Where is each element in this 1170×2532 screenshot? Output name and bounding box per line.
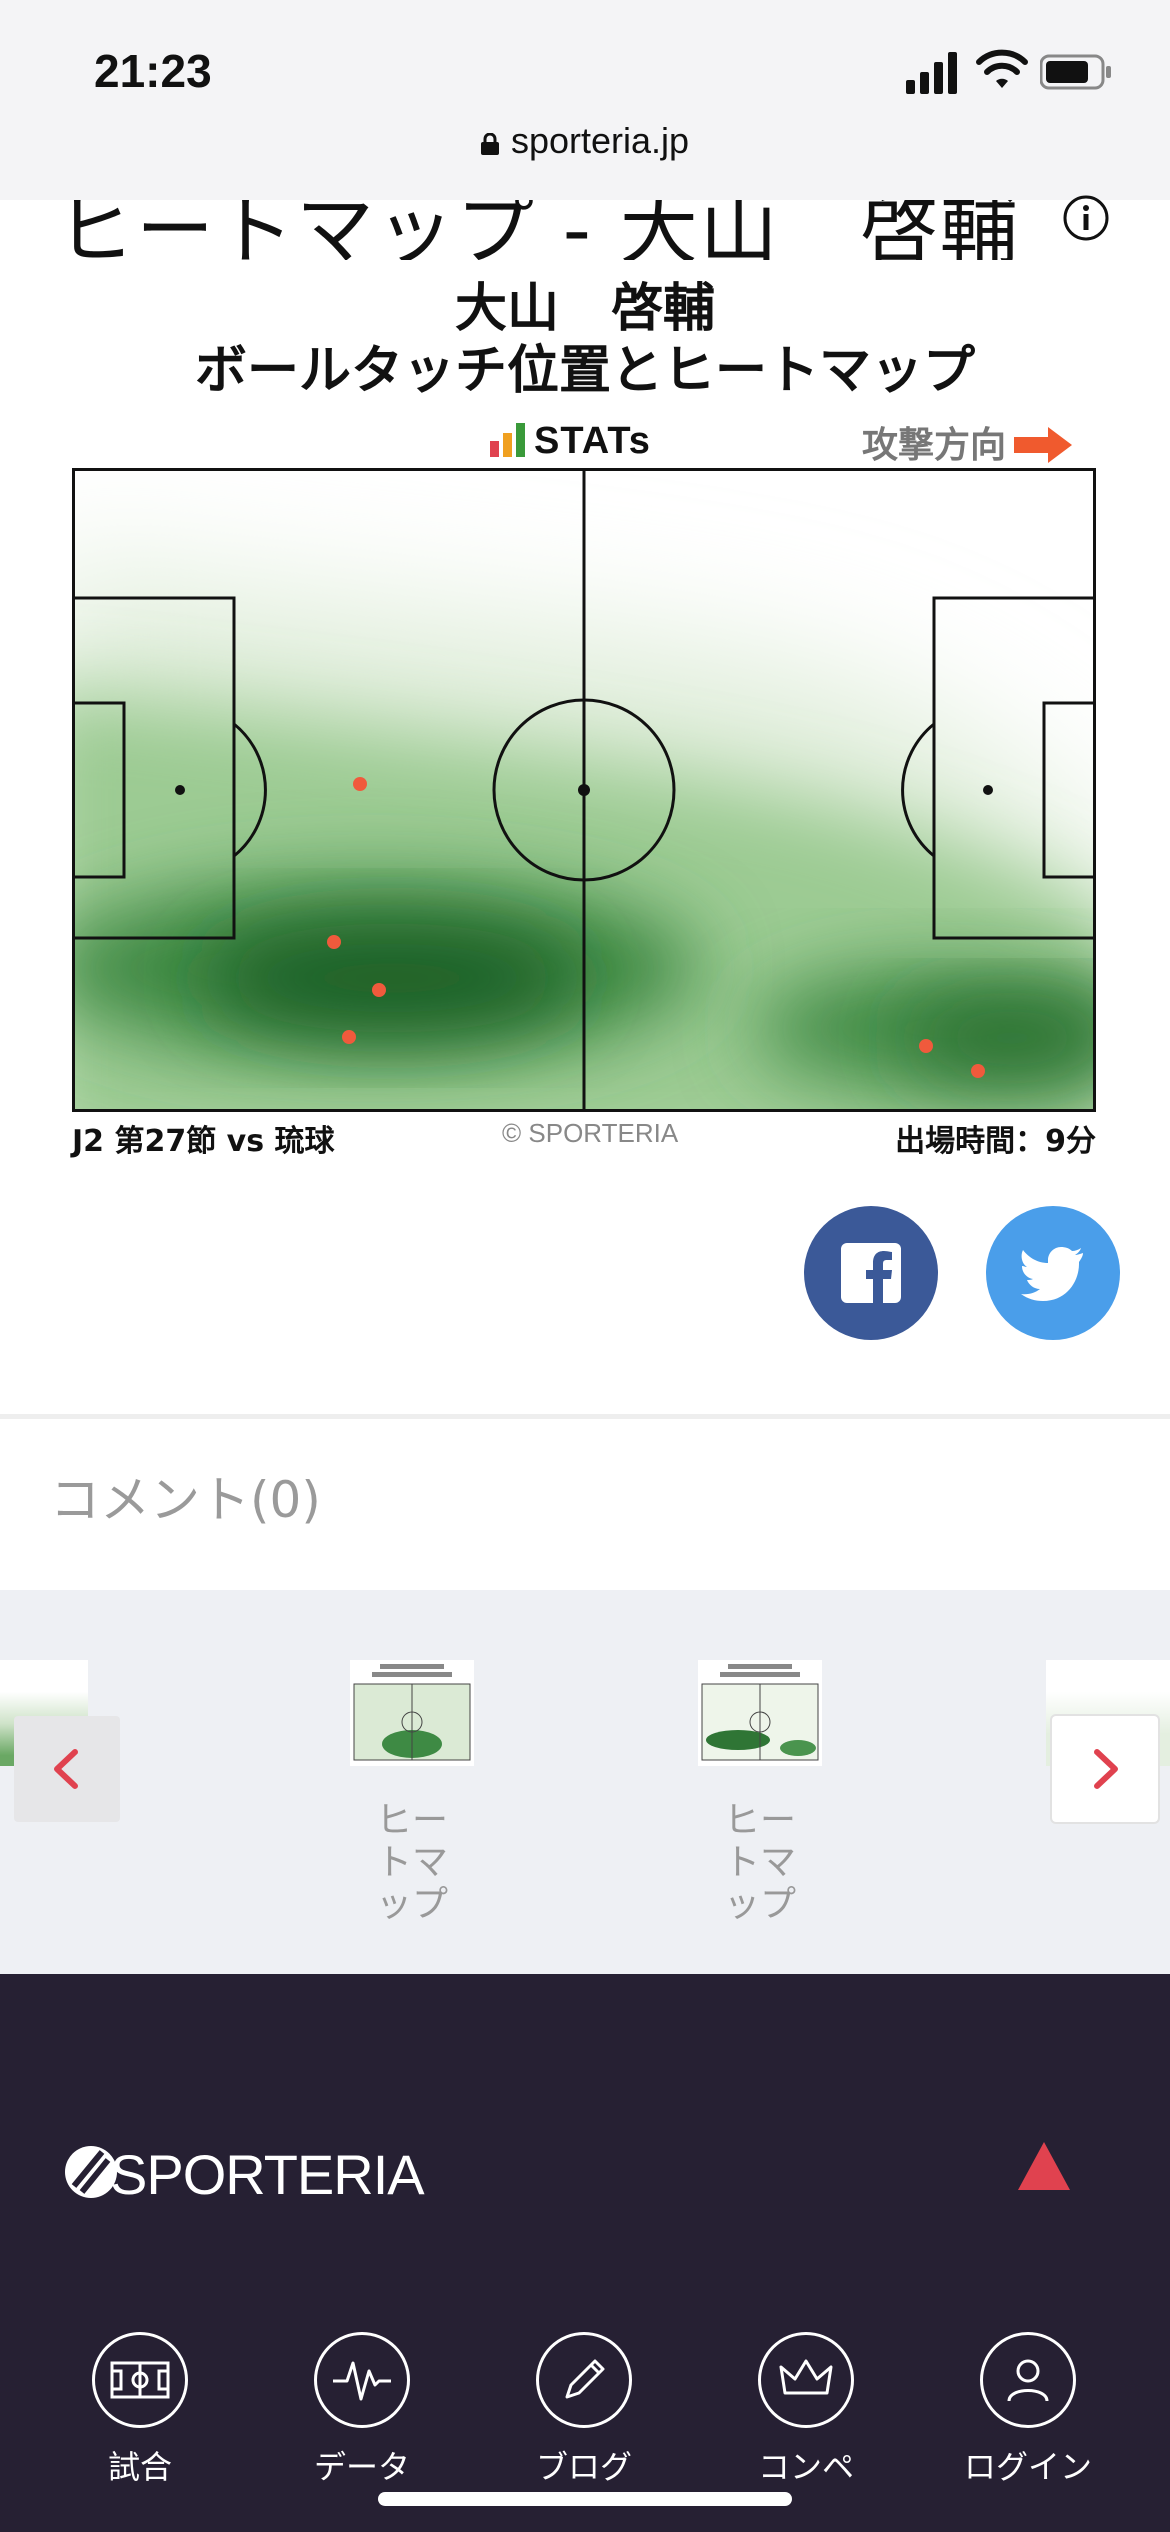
tab-label: 試合 xyxy=(107,2448,172,2486)
copyright: © SPORTERIA xyxy=(502,1118,679,1148)
stats-logo-text: STATs xyxy=(534,420,651,462)
tab-data[interactable]: データ xyxy=(282,2332,442,2488)
tab-compe[interactable]: コンペ xyxy=(726,2332,886,2488)
chevron-left-icon xyxy=(54,1749,78,1789)
home-indicator[interactable] xyxy=(378,2492,792,2506)
status-bar: 21:23 sporteria.jp xyxy=(0,0,1170,200)
facebook-share-button[interactable] xyxy=(804,1206,938,1340)
pulse-icon xyxy=(314,2332,410,2428)
touch-point xyxy=(327,935,341,949)
tab-label: ログイン xyxy=(963,2448,1092,2486)
page-title: ヒートマップ - 大山 啓輔 xyxy=(56,200,1020,260)
slide-label: ヒー トマ ップ xyxy=(723,1800,796,1925)
slide-thumbnail xyxy=(350,1660,474,1766)
carousel-slide[interactable]: ヒー トマ ップ xyxy=(350,1660,474,1926)
touch-point xyxy=(919,1039,933,1053)
tab-login[interactable]: ログイン xyxy=(948,2332,1108,2488)
tab-matches[interactable]: 試合 xyxy=(60,2332,220,2488)
playing-time: 出場時間：9分 xyxy=(895,1124,1096,1159)
address-bar[interactable]: sporteria.jp xyxy=(0,120,1170,162)
stats-logo: STATs xyxy=(490,420,651,463)
heatmap-subtitle: ボールタッチ位置とヒートマップ xyxy=(194,341,975,401)
heatmap-footer: J2 第27節 vs 琉球 © SPORTERIA 出場時間：9分 xyxy=(72,1112,1096,1160)
heatmap-title: 大山 啓輔 ボールタッチ位置とヒートマップ xyxy=(0,278,1170,402)
player-name: 大山 啓輔 xyxy=(454,279,715,339)
related-carousel: ヒー トマ ップ ヒー トマ ップ xyxy=(0,1590,1170,1974)
page-header: ヒートマップ - 大山 啓輔 xyxy=(0,200,1170,260)
slide-label: ヒー トマ ップ xyxy=(375,1800,448,1925)
touch-point xyxy=(372,983,386,997)
twitter-share-button[interactable] xyxy=(986,1206,1120,1340)
heatmap-pitch xyxy=(72,468,1096,1112)
section-divider xyxy=(0,1414,1170,1419)
tab-label: ブログ xyxy=(535,2448,632,2486)
tab-label: コンペ xyxy=(757,2448,854,2486)
stats-bars-icon xyxy=(490,423,525,457)
user-icon xyxy=(980,2332,1076,2428)
url-text: sporteria.jp xyxy=(510,120,690,161)
status-time: 21:23 xyxy=(94,45,212,97)
arrow-right-icon xyxy=(1014,427,1073,463)
chevron-right-icon xyxy=(1094,1749,1118,1789)
signal-icon xyxy=(906,52,957,94)
attack-direction-label: 攻撃方向 xyxy=(862,425,1007,466)
pitch-icon xyxy=(92,2332,188,2428)
lock-icon xyxy=(480,133,499,155)
tab-label: データ xyxy=(313,2448,410,2486)
facebook-icon xyxy=(841,1243,901,1303)
touch-point xyxy=(353,777,367,791)
carousel-slide[interactable]: ヒー トマ ップ xyxy=(698,1660,822,1926)
scroll-to-top-icon[interactable] xyxy=(1018,2142,1070,2190)
slide-thumbnail xyxy=(698,1660,822,1766)
twitter-icon xyxy=(1021,1247,1083,1301)
carousel-next-button[interactable] xyxy=(1052,1716,1158,1822)
battery-icon xyxy=(1040,54,1111,90)
pencil-icon xyxy=(536,2332,632,2428)
match-label: J2 第27節 vs 琉球 xyxy=(72,1124,335,1159)
wifi-icon xyxy=(976,49,1028,88)
tab-blog[interactable]: ブログ xyxy=(504,2332,664,2488)
site-footer: SPORTERIA 試合 データ ブログ コンペ ログイン xyxy=(0,1974,1170,2532)
carousel-prev-button[interactable] xyxy=(14,1716,120,1822)
touch-point xyxy=(342,1030,356,1044)
touch-point xyxy=(971,1064,985,1078)
attack-direction: 攻撃方向 xyxy=(862,416,1074,468)
crown-icon xyxy=(758,2332,854,2428)
info-icon[interactable] xyxy=(1062,194,1110,242)
comments-heading[interactable]: コメント(0) xyxy=(50,1460,321,1532)
brand-name[interactable]: SPORTERIA xyxy=(110,2142,425,2207)
